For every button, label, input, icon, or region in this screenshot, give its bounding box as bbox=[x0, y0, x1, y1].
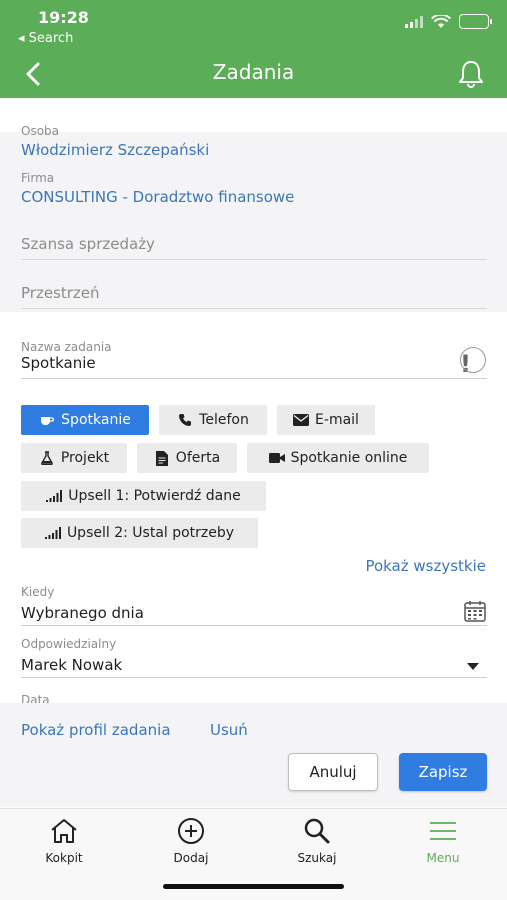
type-chip-spotkanie[interactable]: Spotkanie bbox=[21, 405, 149, 435]
envelope-icon bbox=[293, 412, 310, 428]
tab-dodaj[interactable]: Dodaj bbox=[141, 817, 241, 865]
video-camera-icon bbox=[268, 450, 285, 466]
calendar-icon[interactable] bbox=[464, 600, 486, 622]
kiedy-label: Kiedy bbox=[21, 585, 55, 599]
status-icons bbox=[405, 14, 492, 29]
tab-label: Szukaj bbox=[297, 851, 337, 865]
page-title: Zadania bbox=[212, 60, 295, 84]
app-header: 19:28 ◂ Search Zadania bbox=[0, 0, 507, 98]
type-chip-telefon[interactable]: Telefon bbox=[159, 405, 267, 435]
cancel-button[interactable]: Anuluj bbox=[288, 753, 378, 791]
type-chip-upsell-1[interactable]: Upsell 1: Potwierdź dane bbox=[21, 481, 266, 511]
battery-icon bbox=[459, 14, 492, 29]
osoba-label: Osoba bbox=[21, 124, 60, 138]
wifi-icon bbox=[431, 14, 451, 28]
document-icon bbox=[154, 450, 170, 466]
kiedy-value: Wybranego dnia bbox=[21, 604, 144, 622]
chip-label: Upsell 2: Ustal potrzeby bbox=[66, 525, 235, 541]
chip-label: E-mail bbox=[315, 412, 359, 428]
signal-bars-icon bbox=[46, 488, 63, 504]
plus-circle-icon bbox=[178, 818, 204, 844]
show-all-types-link[interactable]: Pokaż wszystkie bbox=[365, 557, 486, 575]
coffee-cup-icon bbox=[39, 412, 55, 428]
home-indicator bbox=[163, 884, 344, 889]
chip-label: Upsell 1: Potwierdź dane bbox=[68, 488, 241, 504]
type-chip-email[interactable]: E-mail bbox=[277, 405, 375, 435]
tab-label: Kokpit bbox=[45, 851, 83, 865]
status-time: 19:28 bbox=[38, 8, 89, 27]
firma-value[interactable]: CONSULTING - Doradztwo finansowe bbox=[21, 188, 294, 206]
tab-kokpit[interactable]: Kokpit bbox=[14, 817, 114, 865]
tab-menu[interactable]: Menu bbox=[393, 817, 493, 865]
szansa-sprzedazy-field[interactable]: Szansa sprzedaży bbox=[21, 235, 487, 260]
back-to-search-link[interactable]: ◂ Search bbox=[18, 31, 73, 46]
show-task-profile-link[interactable]: Pokaż profil zadania bbox=[21, 721, 171, 739]
task-name-field[interactable]: Spotkanie bbox=[21, 341, 487, 379]
chip-label: Spotkanie bbox=[61, 412, 131, 428]
completion-toggle[interactable] bbox=[460, 347, 486, 373]
type-chip-spotkanie-online[interactable]: Spotkanie online bbox=[247, 443, 429, 473]
chevron-down-icon[interactable] bbox=[467, 663, 479, 670]
przestrzen-field[interactable]: Przestrzeń bbox=[21, 284, 487, 309]
bell-icon[interactable] bbox=[455, 58, 487, 90]
task-name-value: Spotkanie bbox=[21, 354, 96, 372]
save-button[interactable]: Zapisz bbox=[399, 753, 487, 791]
home-icon bbox=[51, 819, 77, 843]
odpowiedzialny-value: Marek Nowak bbox=[21, 656, 123, 674]
firma-label: Firma bbox=[21, 171, 55, 185]
flask-icon bbox=[39, 450, 55, 466]
tab-label: Dodaj bbox=[173, 851, 209, 865]
type-chip-projekt[interactable]: Projekt bbox=[21, 443, 127, 473]
search-icon bbox=[304, 818, 330, 844]
type-chip-oferta[interactable]: Oferta bbox=[137, 443, 237, 473]
hamburger-menu-icon bbox=[430, 822, 456, 840]
kiedy-field[interactable]: Wybranego dnia bbox=[21, 600, 487, 626]
chip-label: Projekt bbox=[60, 450, 110, 466]
chip-label: Telefon bbox=[199, 412, 249, 428]
cellular-signal-icon bbox=[405, 15, 423, 28]
chip-label: Spotkanie online bbox=[290, 450, 408, 466]
phone-icon bbox=[177, 412, 193, 428]
tab-label: Menu bbox=[426, 851, 460, 865]
signal-bars-icon bbox=[44, 525, 61, 541]
odpowiedzialny-select[interactable]: Marek Nowak bbox=[21, 652, 487, 678]
delete-link[interactable]: Usuń bbox=[210, 721, 248, 739]
osoba-value[interactable]: Włodzimierz Szczepański bbox=[21, 141, 209, 159]
type-chip-upsell-2[interactable]: Upsell 2: Ustal potrzeby bbox=[21, 518, 258, 548]
tab-szukaj[interactable]: Szukaj bbox=[267, 817, 367, 865]
chip-label: Oferta bbox=[175, 450, 221, 466]
odpowiedzialny-label: Odpowiedzialny bbox=[21, 637, 117, 651]
